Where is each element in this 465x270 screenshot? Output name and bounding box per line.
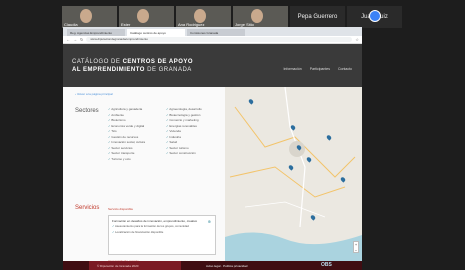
sector-checkbox[interactable]: Economía verde y digital: [108, 124, 160, 128]
screen: Claudia Ester Ana Rodriguez Jorge Sitio …: [0, 0, 465, 270]
title-prefix: CATÁLOGO DE: [72, 59, 121, 65]
sector-checkbox[interactable]: Tics: [108, 129, 160, 133]
sector-checkbox[interactable]: Sector construcción: [166, 151, 218, 155]
sector-checkbox[interactable]: Salud: [166, 140, 218, 144]
sector-checkbox[interactable]: Innovación social, cultura: [108, 140, 160, 144]
sector-checkbox-list: Agricultura y ganadería Agroecología, des…: [108, 107, 218, 161]
browser-tab[interactable]: Reg. Agencias Emprendimiento: [67, 29, 125, 36]
speaker-tile[interactable]: Pepa Guerrero: [290, 6, 345, 28]
star-icon[interactable]: ☆: [355, 37, 359, 42]
participant-face: [194, 9, 206, 23]
sector-checkbox[interactable]: Agroecología, desarrollo: [166, 107, 218, 111]
nav-item-contacto[interactable]: Contacto: [338, 67, 352, 71]
sector-checkbox[interactable]: Ambiente: [108, 113, 160, 117]
filter-panel: ‹ Volver a la página principal Sectores …: [63, 87, 225, 263]
site-nav: Información Participantes Contacto: [283, 67, 352, 71]
back-link[interactable]: ‹ Volver a la página principal: [75, 92, 113, 96]
zoom-out-button[interactable]: −: [354, 248, 358, 254]
sector-checkbox[interactable]: Gestión de recursos: [108, 135, 160, 139]
speaker-name: Pepa Guerrero: [297, 14, 338, 20]
servicios-select-title: Formación en desafíos de innovación, emp…: [112, 219, 198, 223]
footer-links[interactable]: Aviso legal · Política privacidad: [206, 264, 247, 268]
map-graphic: [225, 87, 362, 261]
sector-checkbox[interactable]: Agricultura y ganadería: [108, 107, 160, 111]
tab-bar: Reg. Agencias Emprendimiento Catálogo ce…: [63, 27, 362, 36]
footer-credit: © Diputación de Granada 2020: [97, 264, 139, 268]
footer-logo: OBS: [321, 262, 332, 268]
sector-checkbox[interactable]: Comercio y marketing: [166, 118, 218, 122]
title-bold: AL EMPRENDIMIENTO: [72, 67, 145, 73]
sector-checkbox[interactable]: Sector turismo: [166, 146, 218, 150]
participant-tile[interactable]: Ester: [119, 6, 174, 28]
participant-tile[interactable]: Ana Rodriguez: [176, 6, 231, 28]
participant-face: [137, 9, 149, 23]
nav-item-participantes[interactable]: Participantes: [310, 67, 330, 71]
sector-checkbox[interactable]: Vivienda: [166, 129, 218, 133]
participant-tile[interactable]: Claudia: [62, 6, 117, 28]
address-bar: ← → ↻ www.diputaciondegranada/emprendimi…: [63, 36, 362, 44]
sector-checkbox[interactable]: Sector transporte: [108, 151, 160, 155]
meeting-control-icon[interactable]: [369, 10, 381, 22]
participant-face: [251, 9, 263, 23]
sector-checkbox[interactable]: Bioturismo: [108, 118, 160, 122]
site-header: CATÁLOGO DE CENTROS DE APOYO AL EMPRENDI…: [63, 44, 362, 87]
reload-icon[interactable]: ↻: [80, 37, 83, 42]
browser-tab[interactable]: Comisiones Granada: [187, 29, 245, 36]
map-zoom-control[interactable]: + −: [353, 241, 359, 253]
sector-checkbox[interactable]: Turismo y ocio: [108, 157, 160, 161]
servicio-option[interactable]: Asesoramiento para la formación de los g…: [112, 224, 212, 229]
participant-tile[interactable]: Jorge Sitio: [233, 6, 288, 28]
forward-arrow-icon[interactable]: →: [73, 37, 77, 42]
add-icon[interactable]: ⊕: [208, 219, 211, 224]
browser-window: Reg. Agencias Emprendimiento Catálogo ce…: [63, 27, 362, 270]
servicios-select[interactable]: Formación en desafíos de innovación, emp…: [108, 215, 216, 255]
nav-item-informacion[interactable]: Información: [283, 67, 301, 71]
back-arrow-icon[interactable]: ←: [66, 37, 70, 42]
main-content: ‹ Volver a la página principal Sectores …: [63, 87, 362, 263]
title-bold: CENTROS DE APOYO: [122, 59, 194, 65]
url-field[interactable]: www.diputaciondegranada/emprendimiento: [86, 37, 353, 42]
sector-checkbox[interactable]: Biotecnología y gestión: [166, 113, 218, 117]
title-suffix: DE GRANADA: [147, 67, 192, 73]
servicios-hint: Servicio disponible: [108, 207, 134, 211]
sector-checkbox[interactable]: Energías renovables: [166, 124, 218, 128]
sector-checkbox[interactable]: Industria: [166, 135, 218, 139]
sectores-label: Sectores: [75, 108, 99, 114]
map-view[interactable]: + −: [225, 87, 362, 261]
servicios-label: Servicios: [75, 205, 100, 211]
sector-checkbox[interactable]: Sector servicios: [108, 146, 160, 150]
video-strip: Claudia Ester Ana Rodriguez Jorge Sitio …: [62, 6, 402, 28]
participant-face: [80, 9, 92, 23]
browser-tab-active[interactable]: Catálogo centros de apoyo: [127, 29, 185, 36]
servicio-option[interactable]: Localización de financiación disponible: [112, 230, 212, 235]
site-title: CATÁLOGO DE CENTROS DE APOYO AL EMPRENDI…: [72, 58, 193, 74]
